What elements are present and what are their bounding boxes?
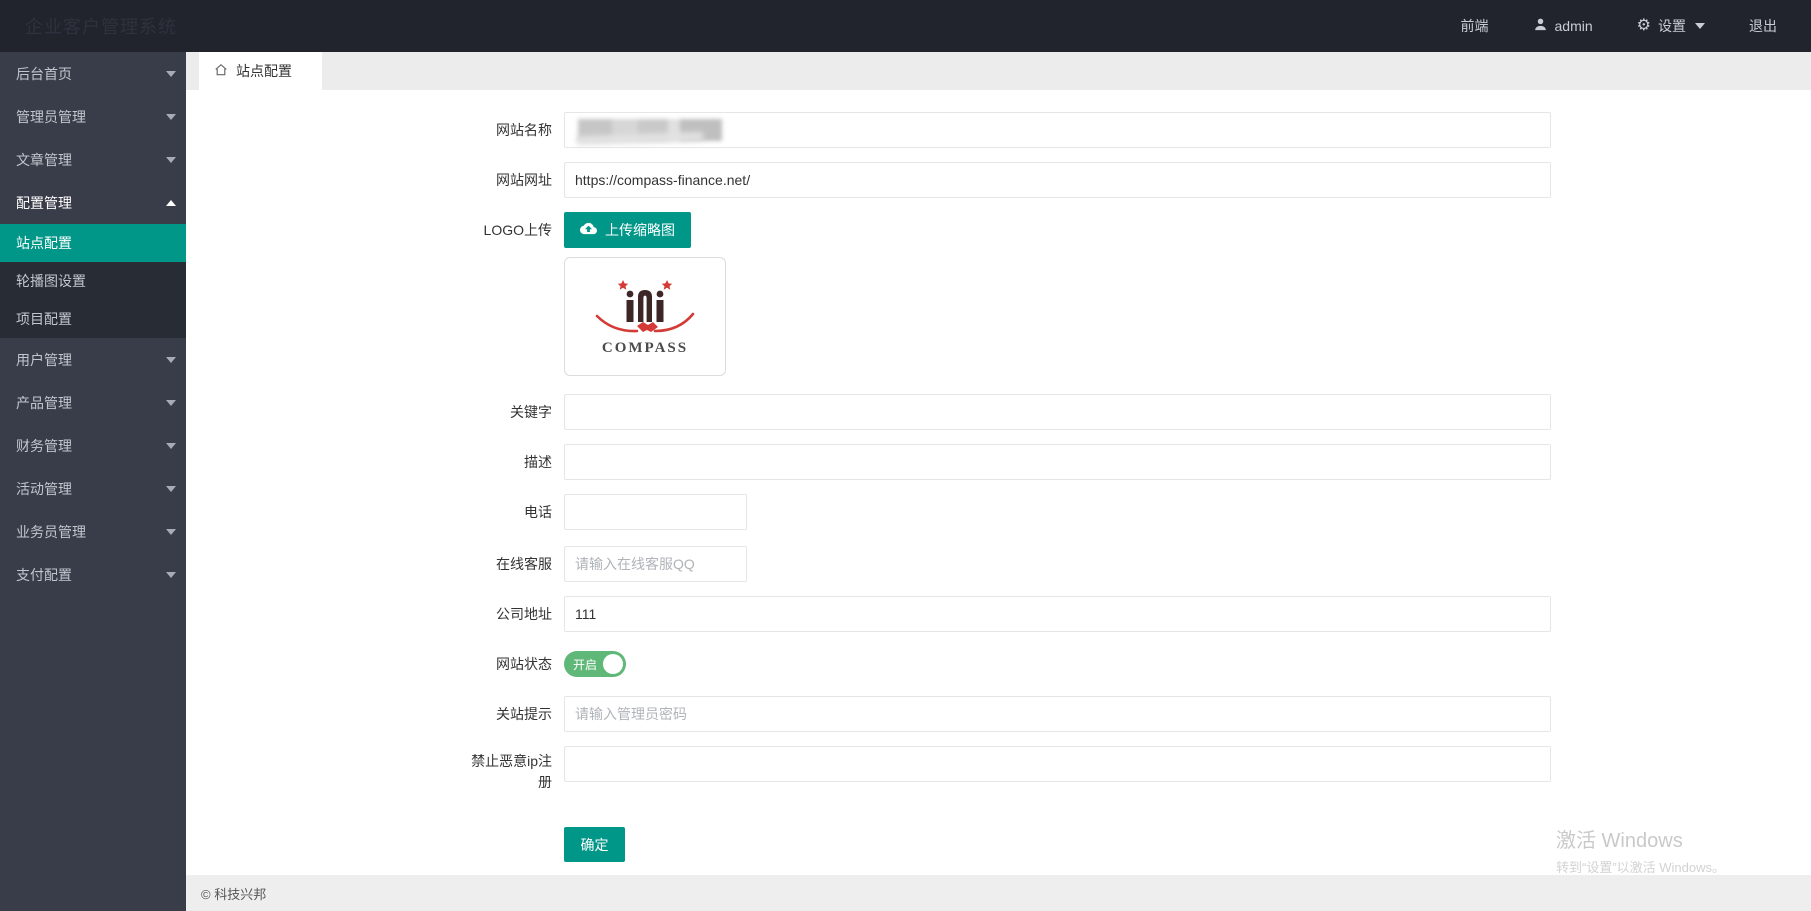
settings-label: 设置	[1658, 18, 1686, 34]
submenu-item-banner-config[interactable]: 轮播图设置	[0, 262, 186, 300]
sidebar-item-label: 后台首页	[16, 65, 72, 82]
company-address-label: 公司地址	[496, 606, 552, 622]
description-label: 描述	[524, 454, 552, 470]
logo-thumbnail: COMPASS	[564, 257, 726, 376]
submenu-item-site-config[interactable]: 站点配置	[0, 224, 186, 262]
caret-down-icon	[1695, 23, 1705, 29]
chevron-down-icon	[166, 571, 176, 578]
username-label: admin	[1554, 18, 1593, 34]
sidebar-item-label: 用户管理	[16, 351, 72, 368]
chevron-up-icon	[166, 199, 176, 206]
app-title: 企业客户管理系统	[25, 17, 177, 37]
top-header: 企业客户管理系统 前端 admin ⚙ 设置 退出	[0, 0, 1811, 52]
gear-icon: ⚙	[1636, 17, 1651, 34]
company-address-input[interactable]	[564, 596, 1551, 632]
site-config-form: 网站名称 网站网址 https://compass-finance.net/ L…	[186, 90, 1811, 862]
sidebar-item-articles[interactable]: 文章管理	[0, 138, 186, 181]
ban-ip-input[interactable]	[564, 746, 1551, 782]
logout-button[interactable]: 退出	[1749, 16, 1777, 36]
settings-menu[interactable]: ⚙ 设置	[1637, 16, 1705, 36]
online-service-input[interactable]	[564, 546, 747, 582]
copyright-text: © 科技兴邦	[201, 886, 267, 902]
sidebar-item-label: 业务员管理	[16, 523, 86, 540]
config-submenu: 站点配置 轮播图设置 项目配置	[0, 224, 186, 338]
user-menu[interactable]: admin	[1533, 17, 1593, 35]
upload-button-label: 上传缩略图	[605, 222, 675, 238]
submenu-item-label: 轮播图设置	[16, 273, 86, 289]
tab-site-config[interactable]: 站点配置	[199, 52, 322, 90]
sidebar-item-admins[interactable]: 管理员管理	[0, 95, 186, 138]
chevron-down-icon	[166, 442, 176, 449]
phone-input[interactable]	[564, 494, 747, 530]
admin-app: 企业客户管理系统 前端 admin ⚙ 设置 退出 后台首页 管理员管理 文章管…	[0, 0, 1811, 911]
submenu-item-project-config[interactable]: 项目配置	[0, 300, 186, 338]
chevron-down-icon	[166, 485, 176, 492]
description-input[interactable]	[564, 444, 1551, 480]
chevron-down-icon	[166, 399, 176, 406]
sidebar-nav: 后台首页 管理员管理 文章管理 配置管理 站点配置 轮播图设置 项目配置 用户管…	[0, 52, 186, 911]
site-status-label: 网站状态	[496, 656, 552, 672]
close-tip-input[interactable]	[564, 696, 1551, 732]
sidebar-item-users[interactable]: 用户管理	[0, 338, 186, 381]
chevron-down-icon	[166, 70, 176, 77]
site-name-label: 网站名称	[496, 122, 552, 138]
frontend-link-label: 前端	[1460, 18, 1489, 34]
keywords-label: 关键字	[510, 404, 552, 420]
cloud-upload-icon	[580, 220, 597, 240]
sidebar-item-payment[interactable]: 支付配置	[0, 553, 186, 596]
chevron-down-icon	[166, 528, 176, 535]
chevron-down-icon	[166, 113, 176, 120]
phone-label: 电话	[524, 504, 552, 520]
submenu-item-label: 站点配置	[16, 235, 72, 251]
tab-label: 站点配置	[236, 63, 292, 79]
toggle-on-label: 开启	[573, 657, 598, 672]
compass-logo-text: COMPASS	[601, 340, 689, 356]
sidebar-item-products[interactable]: 产品管理	[0, 381, 186, 424]
chevron-down-icon	[166, 356, 176, 363]
ban-ip-label: 禁止恶意ip注册	[471, 753, 552, 790]
sidebar-item-salesmen[interactable]: 业务员管理	[0, 510, 186, 553]
content-panel: 网站名称 网站网址 https://compass-finance.net/ L…	[186, 90, 1811, 875]
frontend-link[interactable]: 前端	[1461, 16, 1489, 36]
sidebar-item-config[interactable]: 配置管理	[0, 181, 186, 224]
site-url-input[interactable]	[564, 162, 1551, 198]
keywords-input[interactable]	[564, 394, 1551, 430]
sidebar-item-label: 管理员管理	[16, 108, 86, 125]
sidebar-item-label: 活动管理	[16, 480, 72, 497]
footer-bar: © 科技兴邦	[186, 875, 1811, 911]
confirm-button[interactable]: 确定	[564, 827, 625, 862]
sidebar-item-label: 支付配置	[16, 566, 72, 583]
chevron-down-icon	[166, 156, 176, 163]
site-url-label: 网站网址	[496, 172, 552, 188]
main-area: 站点配置 网站名称 网站网址 https://compass-finance.n…	[186, 52, 1811, 911]
sidebar-item-finance[interactable]: 财务管理	[0, 424, 186, 467]
logo-upload-label: LOGO上传	[483, 222, 552, 238]
upload-thumbnail-button[interactable]: 上传缩略图	[564, 212, 691, 248]
sidebar-item-activities[interactable]: 活动管理	[0, 467, 186, 510]
sidebar-item-dashboard[interactable]: 后台首页	[0, 52, 186, 95]
home-icon	[214, 63, 228, 80]
sidebar-item-label: 文章管理	[16, 151, 72, 168]
logout-label: 退出	[1749, 18, 1777, 34]
site-status-toggle[interactable]: 开启	[564, 651, 626, 677]
header-nav: 前端 admin ⚙ 设置 退出	[1461, 16, 1777, 36]
site-name-input[interactable]	[564, 112, 1551, 148]
tab-bar: 站点配置	[186, 52, 1811, 90]
sidebar-item-label: 产品管理	[16, 394, 72, 411]
close-tip-label: 关站提示	[496, 706, 552, 722]
sidebar-item-label: 配置管理	[16, 194, 72, 211]
online-service-label: 在线客服	[496, 556, 552, 572]
sidebar-item-label: 财务管理	[16, 437, 72, 454]
user-icon	[1533, 17, 1548, 35]
submenu-item-label: 项目配置	[16, 311, 72, 327]
compass-logo-icon	[595, 280, 695, 333]
toggle-knob	[603, 654, 623, 674]
